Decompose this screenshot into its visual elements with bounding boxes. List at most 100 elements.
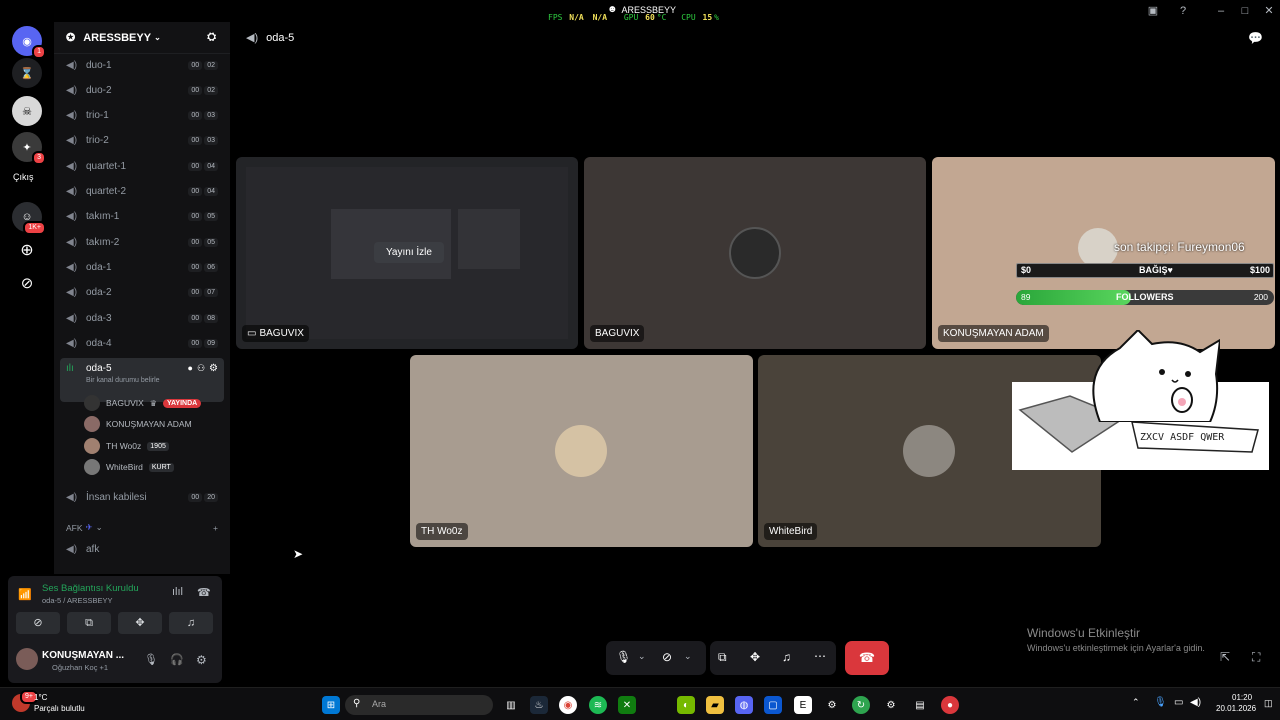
voice-member[interactable]: WhiteBird KURT: [84, 457, 174, 477]
camera-off-icon[interactable]: ⊘: [662, 650, 672, 664]
add-server-button[interactable]: ⊕: [12, 235, 42, 265]
participant-tile[interactable]: TH Wo0z: [410, 355, 753, 547]
headphones-icon[interactable]: 🎧: [170, 653, 184, 666]
screen-share-icon[interactable]: ⧉: [718, 650, 727, 665]
channel-item[interactable]: ◀) takım-1 00 05: [60, 206, 224, 228]
channel-item[interactable]: ◀) oda-4 00 09: [60, 332, 224, 354]
speaker-icon: ◀): [66, 337, 78, 349]
volume-icon[interactable]: ◀): [1190, 697, 1201, 708]
server-header[interactable]: ✪ ARESSBEYY ⌄ ⛭: [54, 22, 230, 54]
channel-item[interactable]: ◀) duo-1 00 02: [60, 54, 224, 76]
user-limit: 00 02: [188, 60, 218, 70]
channel-item[interactable]: ◀) takım-2 00 05: [60, 231, 224, 253]
home-button[interactable]: ◉ 1: [12, 26, 46, 59]
server-icon-hourglass[interactable]: ⌛: [12, 58, 42, 88]
popout-icon[interactable]: ⇱: [1220, 650, 1230, 664]
server-icon-active[interactable]: ☠: [12, 96, 42, 126]
channel-item[interactable]: ◀) oda-2 00 07: [60, 282, 224, 304]
weather-widget-icon[interactable]: 9+: [12, 690, 38, 712]
more-icon[interactable]: ⋯: [814, 649, 826, 663]
activities-button[interactable]: ✥: [118, 612, 162, 634]
activities-icon[interactable]: ✥: [750, 650, 760, 664]
channel-item[interactable]: ◀) trio-2 00 03: [60, 130, 224, 152]
chevron-down-icon[interactable]: ⌄: [684, 651, 692, 662]
user-count: 00: [188, 313, 203, 323]
invite-icon[interactable]: ⚇: [197, 363, 205, 374]
user-name[interactable]: KONUŞMAYAN ...: [42, 650, 124, 661]
server-icon-game[interactable]: ✦ 3: [12, 132, 46, 165]
minimize-button[interactable]: –: [1213, 3, 1229, 19]
file-explorer-icon[interactable]: ▰: [706, 696, 724, 714]
watch-stream-button[interactable]: Yayını İzle: [374, 242, 444, 263]
leave-call-button[interactable]: ☎: [845, 641, 889, 675]
add-channel-icon[interactable]: +: [213, 523, 218, 533]
avatar[interactable]: [16, 648, 38, 670]
weather-text[interactable]: Parçalı bulutlu: [34, 704, 85, 713]
discord-icon[interactable]: ◍: [735, 696, 753, 714]
xbox-icon[interactable]: ✕: [618, 696, 636, 714]
chevron-down-icon[interactable]: ⌄: [638, 651, 646, 662]
steering-icon[interactable]: ⚙: [823, 696, 841, 714]
notification-icon[interactable]: ◫: [1264, 698, 1273, 709]
category-afk[interactable]: AFK ✈ ⌄ +: [66, 522, 218, 533]
signal-icon[interactable]: 📶: [18, 588, 32, 601]
settings-icon[interactable]: ⚙: [882, 696, 900, 714]
stream-preview-window: [458, 209, 520, 269]
settings-icon[interactable]: ⚙: [209, 363, 218, 374]
search-box[interactable]: ⚲ Ara: [345, 695, 493, 715]
chevron-up-icon[interactable]: ⌃: [1132, 697, 1140, 708]
screen-share-button[interactable]: ⧉: [67, 612, 111, 634]
task-view-icon[interactable]: ▥: [502, 696, 520, 714]
nvidia-icon[interactable]: ◐: [677, 696, 695, 714]
soundboard-icon[interactable]: ♫: [782, 650, 791, 664]
mic-tray-icon[interactable]: 🎙: [1154, 697, 1167, 708]
explore-button[interactable]: ⊘: [12, 268, 42, 298]
voice-location[interactable]: oda-5 / ARESSBEYY: [42, 596, 112, 605]
channel-item[interactable]: ◀) oda-3 00 08: [60, 307, 224, 329]
voice-status[interactable]: Ses Bağlantısı Kuruldu: [42, 583, 139, 594]
mic-icon[interactable]: 🎙: [616, 650, 631, 664]
red-app-icon[interactable]: ●: [941, 696, 959, 714]
mic-icon[interactable]: 🎙: [144, 653, 158, 666]
channel-item[interactable]: ◀) oda-1 00 06: [60, 256, 224, 278]
video-off-button[interactable]: ⊘: [16, 612, 60, 634]
clock-date[interactable]: 20.01.2026: [1216, 704, 1256, 713]
voice-member[interactable]: KONUŞMAYAN ADAM: [84, 414, 192, 434]
chrome-icon[interactable]: ◉: [559, 696, 577, 714]
noise-suppression-icon[interactable]: ılıl: [172, 586, 183, 598]
voice-member[interactable]: BAGUVIX ♛ YAYINDA: [84, 393, 202, 413]
app-icon[interactable]: ▤: [911, 696, 929, 714]
network-icon[interactable]: ▭: [1174, 697, 1183, 708]
server-icon-dm[interactable]: ☺ 1K+: [12, 202, 46, 235]
stream-tile[interactable]: Yayını İzle ▭ BAGUVIX: [236, 157, 578, 349]
channel-insan-kabilesi[interactable]: ◀) İnsan kabilesi 00 20: [60, 486, 224, 508]
fullscreen-icon[interactable]: ⛶: [1252, 650, 1260, 665]
maximize-button[interactable]: □: [1237, 3, 1253, 19]
participant-tile[interactable]: BAGUVIX: [584, 157, 926, 349]
app-icon[interactable]: ▢: [764, 696, 782, 714]
steam-icon[interactable]: ♨: [530, 696, 548, 714]
channel-status[interactable]: Bir kanal durumu belirle: [86, 377, 188, 384]
user-settings-icon[interactable]: ⚙: [196, 653, 207, 667]
start-button[interactable]: ⊞: [322, 696, 340, 714]
disconnect-icon[interactable]: ☎: [197, 586, 211, 599]
channel-afk[interactable]: ◀) afk: [60, 538, 224, 560]
help-icon[interactable]: ?: [1175, 3, 1191, 19]
soundboard-button[interactable]: ♫: [169, 612, 213, 634]
channel-item[interactable]: ◀) trio-1 00 03: [60, 105, 224, 127]
add-member-icon[interactable]: ⛭: [207, 31, 216, 44]
cikis-label[interactable]: Çıkış: [13, 172, 34, 182]
green-app-icon[interactable]: ↻: [852, 696, 870, 714]
weather-temp[interactable]: 1°C: [34, 693, 47, 702]
channel-item[interactable]: ◀) quartet-1 00 04: [60, 155, 224, 177]
inbox-icon[interactable]: ▣: [1145, 3, 1161, 19]
chat-icon[interactable]: ●: [188, 363, 193, 373]
chat-toggle-icon[interactable]: 💬: [1248, 31, 1263, 45]
close-button[interactable]: ✕: [1261, 3, 1277, 19]
epic-games-icon[interactable]: E: [794, 696, 812, 714]
channel-item[interactable]: ◀) duo-2 00 02: [60, 79, 224, 101]
spotify-icon[interactable]: ≋: [589, 696, 607, 714]
voice-member[interactable]: TH Wo0z 1905: [84, 436, 169, 456]
channel-item[interactable]: ◀) quartet-2 00 04: [60, 181, 224, 203]
clock-time[interactable]: 01:20: [1232, 693, 1252, 702]
